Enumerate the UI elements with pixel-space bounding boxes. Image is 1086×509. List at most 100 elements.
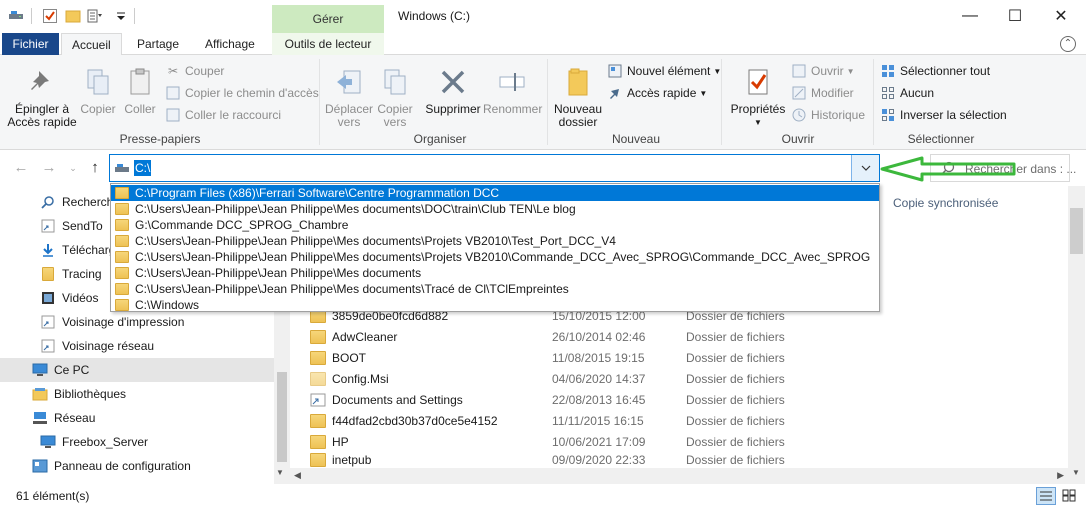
cut-button[interactable]: ✂ Couper xyxy=(165,61,224,81)
content-horizontal-scrollbar[interactable]: ◀ ▶ xyxy=(290,468,1068,484)
file-row[interactable]: AdwCleaner 26/10/2014 02:46 Dossier de f… xyxy=(310,326,800,347)
address-input[interactable]: C:\ xyxy=(134,160,152,176)
recent-locations-chevron-icon[interactable]: ⌄ xyxy=(64,159,82,177)
folder-icon xyxy=(310,350,326,365)
file-row[interactable]: Config.Msi 04/06/2020 14:37 Dossier de f… xyxy=(310,368,800,389)
back-arrow-icon[interactable]: ← xyxy=(12,159,30,177)
copy-path-button[interactable]: Copier le chemin d'accès xyxy=(165,83,319,103)
folder-icon xyxy=(310,434,326,449)
pin-icon xyxy=(25,65,59,99)
nav-item-libraries[interactable]: Bibliothèques xyxy=(32,382,126,406)
tab-share[interactable]: Partage xyxy=(127,33,189,55)
file-type: Dossier de fichiers xyxy=(686,413,785,428)
nav-item-tracing[interactable]: Tracing xyxy=(40,262,102,286)
open-label: Ouvrir xyxy=(811,64,844,78)
edit-button[interactable]: Modifier xyxy=(791,83,854,103)
open-button[interactable]: Ouvrir ▼ xyxy=(791,61,855,81)
nav-item-sendto[interactable]: SendTo xyxy=(40,214,103,238)
tab-home[interactable]: Accueil xyxy=(61,33,122,56)
file-date: 26/10/2014 02:46 xyxy=(552,329,646,344)
select-none-label: Aucun xyxy=(900,86,935,100)
new-item-button[interactable]: Nouvel élément ▼ xyxy=(607,61,721,81)
cut-label: Couper xyxy=(185,64,225,78)
column-header-status[interactable]: Copie synchronisée xyxy=(893,196,998,210)
group-label-new: Nouveau xyxy=(611,132,661,146)
new-folder-icon[interactable] xyxy=(65,8,81,24)
history-button[interactable]: Historique xyxy=(791,105,865,125)
nav-item-downloads[interactable]: Télécharg xyxy=(40,238,115,262)
properties-check-icon[interactable] xyxy=(42,8,58,24)
tab-view[interactable]: Affichage xyxy=(195,33,265,55)
select-none-button[interactable]: Aucun xyxy=(880,83,934,103)
file-name: AdwCleaner xyxy=(332,329,398,344)
rename-button[interactable]: Renommer xyxy=(483,65,542,116)
drive-icon[interactable] xyxy=(8,8,24,24)
delete-button[interactable]: Supprimer xyxy=(422,65,484,116)
dropdown-item[interactable]: C:\Program Files (x86)\Ferrari Software\… xyxy=(111,185,879,201)
annotation-arrow-icon xyxy=(880,156,1016,182)
file-row[interactable]: inetpub 09/09/2020 22:33 Dossier de fich… xyxy=(310,452,800,468)
invert-selection-button[interactable]: Inverser la sélection xyxy=(880,105,1007,125)
nav-item-nethood[interactable]: Voisinage réseau xyxy=(40,334,154,358)
move-to-label-2: vers xyxy=(337,115,361,129)
ribbon-toggle-icon[interactable]: ⌃ xyxy=(1060,36,1076,52)
tab-file[interactable]: Fichier xyxy=(2,33,59,55)
maximize-button[interactable]: ☐ xyxy=(992,0,1038,32)
dropdown-item[interactable]: C:\Windows xyxy=(111,297,879,313)
scroll-right-icon[interactable]: ▶ xyxy=(1057,470,1064,481)
scroll-down-icon[interactable]: ▼ xyxy=(276,468,284,477)
close-button[interactable]: ✕ xyxy=(1038,0,1084,32)
dropdown-item[interactable]: G:\Commande DCC_SPROG_Chambre xyxy=(111,217,879,233)
details-view-icon[interactable] xyxy=(1036,487,1056,505)
tab-drive-tools[interactable]: Outils de lecteur xyxy=(272,33,384,55)
address-dropdown-button[interactable] xyxy=(851,155,879,181)
content-scrollbar-thumb[interactable] xyxy=(1070,208,1083,254)
paste-shortcut-button[interactable]: Coller le raccourci xyxy=(165,105,281,125)
scroll-left-icon[interactable]: ◀ xyxy=(294,470,301,481)
file-row[interactable]: HP 10/06/2021 17:09 Dossier de fichiers xyxy=(310,431,800,452)
nav-item-freebox-server[interactable]: Freebox_Server xyxy=(40,430,148,454)
file-row[interactable]: BOOT 11/08/2015 19:15 Dossier de fichier… xyxy=(310,347,800,368)
paste-button[interactable]: Coller xyxy=(120,65,160,116)
minimize-button[interactable]: — xyxy=(947,0,993,32)
nav-item-label: Vidéos xyxy=(62,291,99,305)
qat-dropdown-icon[interactable] xyxy=(116,8,132,24)
ribbon-separator xyxy=(547,59,548,145)
edit-icon xyxy=(791,85,807,101)
forward-arrow-icon[interactable]: → xyxy=(40,159,58,177)
large-icons-view-icon[interactable] xyxy=(1060,487,1080,505)
easy-access-button[interactable]: Accès rapide ▼ xyxy=(607,83,707,103)
address-bar[interactable]: C:\ xyxy=(109,154,880,182)
select-all-label: Sélectionner tout xyxy=(900,64,991,78)
dropdown-item[interactable]: C:\Users\Jean-Philippe\Jean Philippe\Mes… xyxy=(111,233,879,249)
nav-item-network[interactable]: Réseau xyxy=(32,406,95,430)
nav-item-control-panel[interactable]: Panneau de configuration xyxy=(32,454,191,478)
dropdown-item[interactable]: C:\Users\Jean-Philippe\Jean Philippe\Mes… xyxy=(111,265,879,281)
copy-to-button[interactable]: Copier vers xyxy=(374,65,416,129)
nav-item-printhood[interactable]: Voisinage d'impression xyxy=(40,310,184,334)
up-arrow-icon[interactable]: ↑ xyxy=(86,159,104,177)
dropdown-item[interactable]: C:\Users\Jean-Philippe\Jean Philippe\Mes… xyxy=(111,249,879,265)
scroll-down-icon[interactable]: ▼ xyxy=(1072,468,1080,477)
dropdown-item[interactable]: C:\Users\Jean-Philippe\Jean Philippe\Mes… xyxy=(111,201,879,217)
dropdown-item[interactable]: C:\Users\Jean-Philippe\Jean Philippe\Mes… xyxy=(111,281,879,297)
nav-item-videos[interactable]: Vidéos xyxy=(40,286,98,310)
folder-icon xyxy=(115,267,129,279)
nav-item-search[interactable]: Recherch xyxy=(40,190,113,214)
folder-icon xyxy=(115,219,129,231)
copy-button[interactable]: Copier xyxy=(78,65,118,116)
properties-button[interactable]: Propriétés ▼ xyxy=(728,65,788,129)
control-panel-icon xyxy=(32,458,48,474)
nav-item-this-pc[interactable]: Ce PC xyxy=(0,358,274,382)
select-all-button[interactable]: Sélectionner tout xyxy=(880,61,990,81)
file-row[interactable]: Documents and Settings 22/08/2013 16:45 … xyxy=(310,389,800,410)
properties-dropdown-icon: ▼ xyxy=(754,118,762,127)
content-vertical-scrollbar[interactable]: ▼ xyxy=(1068,186,1085,484)
file-date: 11/11/2015 16:15 xyxy=(552,413,644,428)
pin-quick-access-button[interactable]: Épingler à Accès rapide xyxy=(6,65,78,129)
customize-qat-icon[interactable] xyxy=(87,8,103,24)
move-to-button[interactable]: Déplacer vers xyxy=(323,65,375,129)
new-folder-button[interactable]: Nouveau dossier xyxy=(552,65,604,129)
nav-scrollbar-thumb[interactable] xyxy=(277,372,287,462)
file-row[interactable]: f44dfad2cbd30b37d0ce5e4152 11/11/2015 16… xyxy=(310,410,800,431)
